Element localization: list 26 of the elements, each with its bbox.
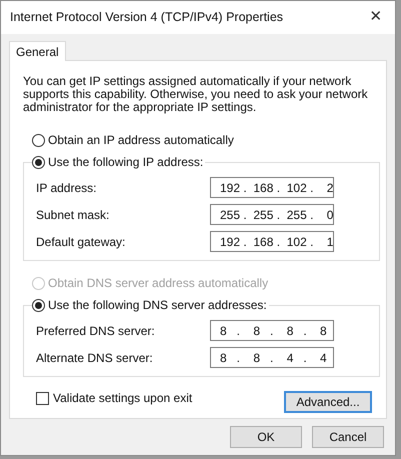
- checkbox[interactable]: [36, 392, 49, 404]
- field-label: Preferred DNS server:: [36, 322, 156, 340]
- intro-text: You can get IP settings assigned automatically if your network supports this capability. Otherwise, you need to ask your network administrator for the appropriate IP settings.: [23, 75, 369, 114]
- ip-field[interactable]: 8 . 8 . 4 . 4: [210, 347, 334, 368]
- field-label: Alternate DNS server:: [36, 350, 154, 366]
- window-title: Internet Protocol Version 4 (TCP/IPv4) Properties: [10, 9, 284, 26]
- radio-label: Obtain an IP address automatically: [48, 132, 234, 149]
- checkbox-label: Validate settings upon exit: [53, 390, 192, 407]
- radio-label: Use the following DNS server addresses:: [48, 297, 267, 314]
- radio-label: Obtain DNS server address automatically: [48, 275, 268, 292]
- field-label: Subnet mask:: [36, 206, 110, 224]
- radio-button[interactable]: [32, 134, 45, 146]
- advanced-button[interactable]: Advanced...: [284, 391, 372, 413]
- ip-field[interactable]: 192 . 168 . 102 . 2: [210, 177, 334, 198]
- dialog-button[interactable]: OK: [230, 426, 302, 448]
- ip-field[interactable]: 192 . 168 . 102 . 1: [210, 231, 334, 252]
- radio-button[interactable]: [32, 298, 45, 312]
- radio-button[interactable]: [32, 156, 45, 168]
- tab[interactable]: General: [9, 41, 66, 61]
- field-label: Default gateway:: [36, 234, 126, 250]
- close-button[interactable]: ✕: [363, 6, 389, 30]
- radio-label: Use the following IP address:: [48, 154, 204, 171]
- ip-field[interactable]: 8 . 8 . 8 . 8: [210, 320, 334, 341]
- field-label: IP address:: [36, 180, 98, 196]
- dialog-button[interactable]: Cancel: [312, 426, 384, 448]
- ip-field[interactable]: 255 . 255 . 255 . 0: [210, 204, 334, 225]
